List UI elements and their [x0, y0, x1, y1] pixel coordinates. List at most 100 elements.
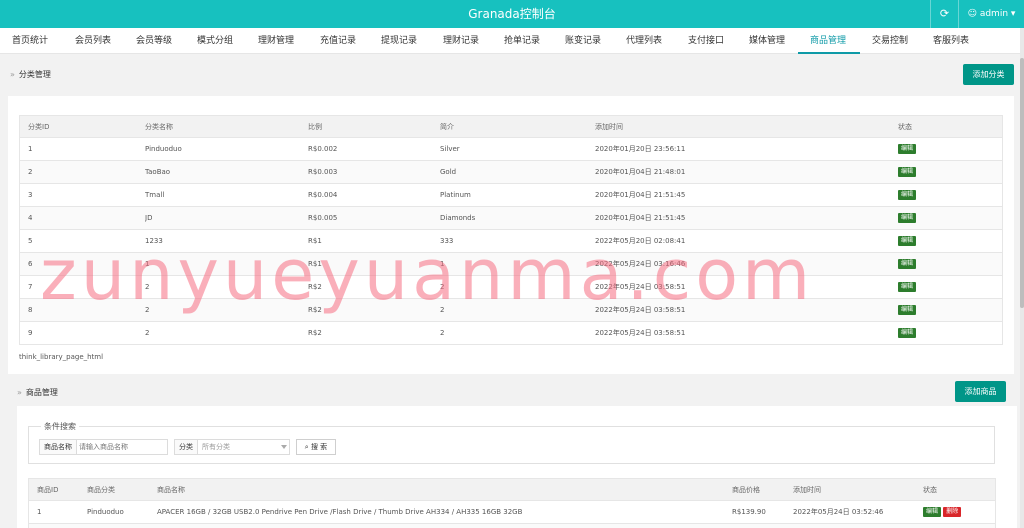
column-header: 商品分类: [87, 486, 115, 494]
column-header: 状态: [923, 486, 937, 494]
goods-table: 商品ID 商品分类 商品名称 商品价格 添加时间 状态 1 Pinduoduo …: [28, 478, 996, 528]
category-id: 5: [28, 237, 33, 245]
category-added-time: 2022年05月24日 03:58:51: [595, 329, 686, 337]
category-name: JD: [145, 214, 153, 222]
edit-button[interactable]: 编辑: [898, 167, 917, 177]
nav-item[interactable]: 模式分组: [197, 28, 233, 54]
nav-item[interactable]: 理财管理: [258, 28, 294, 54]
user-menu[interactable]: ☺ admin ▾: [958, 0, 1024, 28]
category-added-time: 2022年05月24日 03:58:51: [595, 306, 686, 314]
column-header: 简介: [440, 123, 454, 131]
category-id: 3: [28, 191, 33, 199]
edit-button[interactable]: 编辑: [923, 507, 942, 517]
nav-item[interactable]: 充值记录: [320, 28, 356, 54]
refresh-icon[interactable]: ⟳: [930, 0, 958, 28]
nav-item-goods[interactable]: 商品管理: [810, 28, 846, 54]
category-status: 编辑: [898, 138, 917, 160]
table-row: 4 JD R$0.005 Diamonds 2020年01月04日 21:51:45 编辑: [20, 207, 1002, 230]
breadcrumb-goods: » 商品管理: [17, 387, 58, 398]
table-row: 9 2 R$2 2 2022年05月24日 03:58:51 编辑: [20, 322, 1002, 345]
edit-button[interactable]: 编辑: [898, 259, 917, 269]
category-ratio: R$0.005: [308, 214, 338, 222]
edit-button[interactable]: 编辑: [898, 213, 917, 223]
nav-item[interactable]: 客服列表: [933, 28, 969, 54]
nav-item[interactable]: 账变记录: [565, 28, 601, 54]
nav-item[interactable]: 会员等级: [136, 28, 172, 54]
nav-item[interactable]: 提现记录: [381, 28, 417, 54]
nav-item[interactable]: 首页统计: [12, 28, 48, 54]
category-status: 编辑: [898, 299, 917, 321]
nav-item[interactable]: 媒体管理: [749, 28, 785, 54]
category-status: 编辑: [898, 207, 917, 229]
category-intro: Platinum: [440, 191, 471, 199]
edit-button[interactable]: 编辑: [898, 305, 917, 315]
search-icon: ⌕: [304, 443, 309, 451]
nav-item[interactable]: 支付接口: [688, 28, 724, 54]
table-row: 3 Tmall R$0.004 Platinum 2020年01月04日 21:51:4…: [20, 184, 1002, 207]
edit-button[interactable]: 编辑: [898, 282, 917, 292]
nav-item[interactable]: 代理列表: [626, 28, 662, 54]
category-status: 编辑: [898, 161, 917, 183]
category-intro: 1: [440, 260, 445, 268]
goods-panel: 条件搜索 商品名称 分类 所有分类 ⌕ 搜 索 商品ID 商品分类 商品名称 商…: [17, 406, 1017, 528]
edit-button[interactable]: 编辑: [898, 190, 917, 200]
category-name: 2: [145, 329, 150, 337]
delete-button[interactable]: 删除: [943, 507, 962, 517]
category-ratio: R$2: [308, 306, 322, 314]
category-name: 1: [145, 260, 150, 268]
category-added-time: 2020年01月04日 21:48:01: [595, 168, 686, 176]
search-button[interactable]: ⌕ 搜 索: [296, 439, 336, 455]
category-intro: Diamonds: [440, 214, 476, 222]
add-goods-button[interactable]: 添加商品: [955, 381, 1006, 402]
category-ratio: R$0.004: [308, 191, 338, 199]
app-title: Granada控制台: [468, 7, 556, 21]
category-select-value: 所有分类: [202, 443, 230, 451]
column-header: 添加时间: [595, 123, 623, 131]
category-added-time: 2020年01月20日 23:56:11: [595, 145, 686, 153]
column-header: 商品价格: [732, 486, 760, 494]
column-header: 分类ID: [28, 123, 50, 131]
goods-price: R$139.90: [732, 508, 766, 516]
category-status: 编辑: [898, 184, 917, 206]
pager-text: think_library_page_html: [19, 353, 104, 361]
nav-item[interactable]: 抢单记录: [504, 28, 540, 54]
table-row: 2 TaoBao R$0.003 Gold 2020年01月04日 21:48:01 编辑: [20, 161, 1002, 184]
category-added-time: 2022年05月24日 03:58:51: [595, 283, 686, 291]
category-intro: 2: [440, 283, 445, 291]
category-select[interactable]: 分类 所有分类: [174, 439, 290, 455]
nav-item[interactable]: 交易控制: [872, 28, 908, 54]
category-id: 1: [28, 145, 33, 153]
table-row: 8 2 R$2 2 2022年05月24日 03:58:51 编辑: [20, 299, 1002, 322]
goods-added-time: 2022年05月24日 03:52:46: [793, 508, 884, 516]
add-category-button[interactable]: 添加分类: [963, 64, 1014, 85]
category-id: 7: [28, 283, 33, 291]
category-status: 编辑: [898, 276, 917, 298]
row-actions: 编辑 删除: [923, 501, 962, 523]
category-added-time: 2022年05月24日 03:16:46: [595, 260, 686, 268]
category-ratio: R$0.003: [308, 168, 338, 176]
category-added-time: 2020年01月04日 21:51:45: [595, 214, 686, 222]
edit-button[interactable]: 编辑: [898, 236, 917, 246]
category-ratio: R$2: [308, 329, 322, 337]
category-name: 2: [145, 306, 150, 314]
edit-button[interactable]: 编辑: [898, 328, 917, 338]
category-name: TaoBao: [145, 168, 171, 176]
nav-item[interactable]: 理财记录: [443, 28, 479, 54]
goods-name: APACER 16GB / 32GB USB2.0 Pendrive Pen D…: [157, 508, 523, 516]
nav-item[interactable]: 会员列表: [75, 28, 111, 54]
active-tab-indicator: [798, 52, 860, 54]
edit-button[interactable]: 编辑: [898, 144, 917, 154]
scrollbar-thumb[interactable]: [1020, 58, 1024, 308]
category-id: 9: [28, 329, 33, 337]
column-header: 商品名称: [157, 486, 185, 494]
table-row: 7 2 R$2 2 2022年05月24日 03:58:51 编辑: [20, 276, 1002, 299]
table-header: 分类ID 分类名称 比例 简介 添加时间 状态: [20, 116, 1002, 138]
category-name: Tmall: [145, 191, 165, 199]
category-ratio: R$1: [308, 237, 322, 245]
category-id: 2: [28, 168, 33, 176]
page-scrollbar[interactable]: [1020, 28, 1024, 528]
category-name: 1233: [145, 237, 163, 245]
category-status: 编辑: [898, 253, 917, 275]
goods-name-input[interactable]: [79, 440, 165, 454]
user-icon: ☺: [967, 9, 977, 19]
